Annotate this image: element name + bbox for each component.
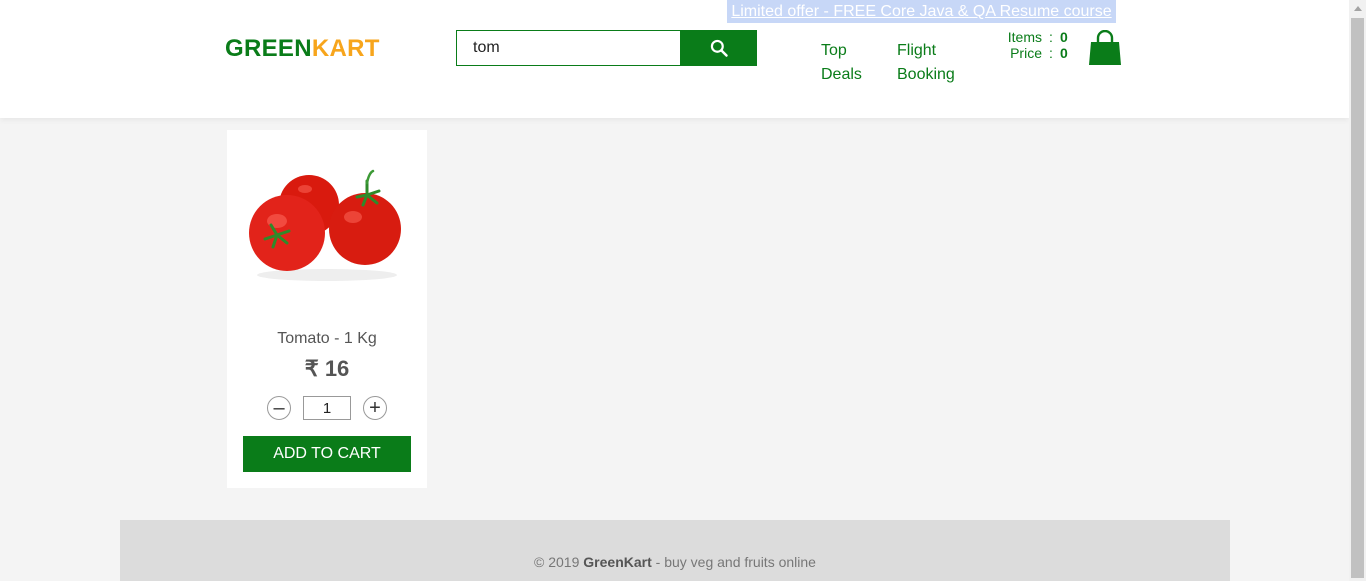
promo-link[interactable]: Limited offer - FREE Core Java & QA Resu…	[727, 0, 1116, 23]
quantity-input[interactable]	[303, 396, 351, 420]
product-card: Tomato - 1 Kg ₹ 16 – + ADD TO CART	[227, 130, 427, 488]
scrollbar-thumb[interactable]	[1351, 18, 1364, 578]
add-to-cart-button[interactable]: ADD TO CART	[243, 436, 411, 472]
cart-bag-icon[interactable]	[1088, 30, 1122, 66]
cart-summary: Items : 0 Price : 0	[1000, 29, 1068, 61]
brand-logo-kart: KART	[311, 35, 380, 62]
search-icon	[710, 39, 728, 57]
brand-logo-green: GREEN	[225, 35, 312, 62]
cart-price-separator: :	[1049, 45, 1053, 61]
cart-price-label: Price	[1010, 45, 1042, 61]
tomato-image	[249, 169, 401, 281]
brand-logo: GREENKART	[225, 35, 380, 63]
product-price: ₹ 16	[304, 356, 350, 381]
footer-brand: GreenKart	[583, 554, 652, 570]
cart-items-separator: :	[1049, 29, 1053, 45]
footer-tagline: - buy veg and fruits online	[651, 554, 816, 570]
footer-copyright: © 2019	[534, 554, 584, 570]
footer-text: © 2019 GreenKart - buy veg and fruits on…	[120, 554, 1230, 570]
cart-items-label: Items	[1007, 29, 1042, 45]
nav-flight-booking[interactable]: Flight Booking	[897, 39, 967, 87]
cart-price-value: 0	[1060, 45, 1068, 61]
site-header: Limited offer - FREE Core Java & QA Resu…	[0, 0, 1349, 118]
nav-top-deals[interactable]: Top Deals	[821, 39, 881, 87]
quantity-decrement-button[interactable]: –	[267, 396, 291, 420]
product-name: Tomato - 1 Kg	[277, 330, 377, 347]
quantity-increment-button[interactable]: +	[363, 396, 387, 420]
cart-items-count: 0	[1060, 29, 1068, 45]
site-footer: © 2019 GreenKart - buy veg and fruits on…	[120, 520, 1230, 581]
search-button[interactable]	[680, 30, 757, 66]
search-input[interactable]	[456, 30, 681, 66]
scroll-up-arrow-icon[interactable]	[1349, 0, 1366, 17]
